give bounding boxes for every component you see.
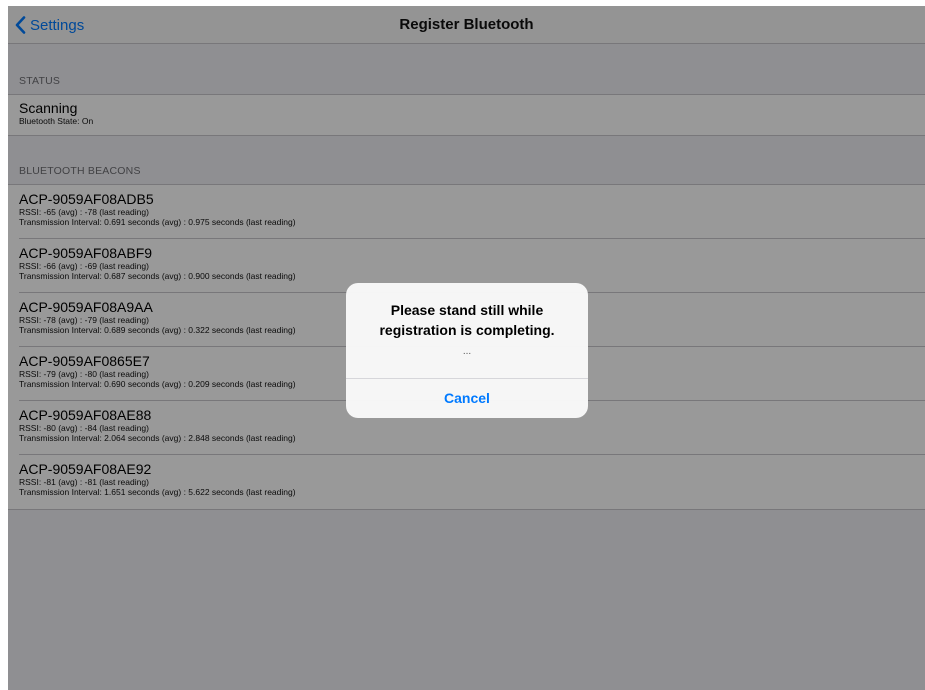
registration-alert: Please stand still while registration is… (346, 283, 588, 418)
alert-title: Please stand still while registration is… (379, 302, 555, 338)
register-bluetooth-screen: Settings Register Bluetooth STATUS Scann… (8, 6, 925, 690)
cancel-button[interactable]: Cancel (346, 379, 588, 418)
alert-message: ... (462, 346, 472, 357)
